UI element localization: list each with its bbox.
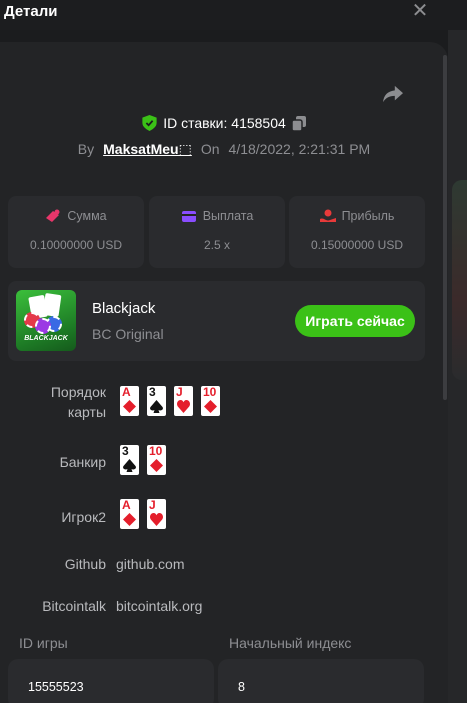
game-id-label: ID игры [19,635,68,651]
background-decoration [452,180,467,380]
profit-icon [319,209,336,222]
bet-id-row: ID ставки: 4158504 [0,113,448,133]
bitcointalk-link[interactable]: bitcointalk.org [116,598,202,614]
playing-card: A [120,386,139,416]
diamond-suit-icon [123,513,136,526]
game-provider: BC Original [92,326,164,342]
card-rank: 3 [149,385,156,399]
playing-card: 10 [147,445,166,475]
stat-value: 2.5 x [203,238,230,252]
bet-id-label: ID ставки: 4158504 [163,115,286,131]
card-rank: 10 [149,444,163,458]
playing-card: J [174,386,193,416]
card-rank: 10 [203,385,217,399]
diamond-suit-icon [204,400,217,413]
on-label: On [200,141,220,157]
spade-suit-icon [150,400,163,413]
stat-value: 0.10000000 USD [29,238,123,252]
stat-payout: Выплата 2.5 x [149,196,285,268]
game-id-field[interactable]: 15555523 [8,659,214,703]
card-rank: J [149,498,156,512]
spade-suit-icon [123,459,136,472]
playing-card: 3 [147,386,166,416]
start-index-label: Начальный индекс [229,635,352,651]
share-icon[interactable] [382,84,404,104]
stat-label: Сумма [67,209,107,223]
stat-amount: Сумма 0.10000000 USD [8,196,144,268]
thumbnail-label: BLACKJACK [24,335,68,342]
bet-author-row: By MaksatMeu⬚ On 4/18/2022, 2:21:31 PM [0,140,448,158]
heart-suit-icon [150,513,163,526]
player-label: Игрок2 [61,509,106,525]
playing-card: 3 [120,445,139,475]
username-link[interactable]: MaksatMeu⬚ [103,141,192,158]
card-rank: A [122,385,131,399]
money-icon [46,209,60,222]
card-rank: J [176,385,183,399]
bitcointalk-label: Bitcointalk [42,598,106,614]
scrollbar[interactable] [443,55,447,400]
stat-profit: Прибыль 0.15000000 USD [289,196,425,268]
play-now-button[interactable]: Играть сейчас [295,305,415,337]
copy-icon[interactable] [291,115,306,131]
modal-header: Детали ✕ [0,0,467,30]
by-label: By [77,141,95,157]
start-index-value: 8 [238,680,245,694]
close-icon[interactable]: ✕ [410,1,430,21]
modal-title: Детали [4,3,58,20]
github-link[interactable]: github.com [116,556,184,572]
diamond-suit-icon [150,459,163,472]
playing-card: A [120,499,139,529]
card-rank: A [122,498,131,512]
playing-card: J [147,499,166,529]
card-order-cards: A 3 J 10 [120,386,220,416]
card-rank: 3 [122,444,129,458]
banker-cards: 3 10 [120,445,166,475]
game-card: BLACKJACK Blackjack BC Original Играть с… [8,281,425,361]
github-label: Github [64,556,106,572]
background-strip [448,30,467,703]
start-index-field[interactable]: 8 [218,659,424,703]
game-name: Blackjack [92,300,156,317]
shield-check-icon [142,115,157,131]
game-id-value: 15555523 [28,680,84,694]
wallet-icon [181,211,196,222]
playing-card: 10 [201,386,220,416]
player-cards: AJ [120,499,166,529]
heart-suit-icon [177,400,190,413]
stat-label: Прибыль [341,209,395,223]
banker-label: Банкир [59,454,106,470]
game-thumbnail[interactable]: BLACKJACK [16,290,76,351]
stat-label: Выплата [202,209,254,223]
stat-value: 0.15000000 USD [310,238,404,252]
card-order-label: Порядок карты [0,382,106,422]
bet-datetime: 4/18/2022, 2:21:31 PM [228,141,371,157]
card-order-label-line2: карты [67,404,106,420]
card-order-label-line1: Порядок [50,384,106,400]
diamond-suit-icon [123,400,136,413]
